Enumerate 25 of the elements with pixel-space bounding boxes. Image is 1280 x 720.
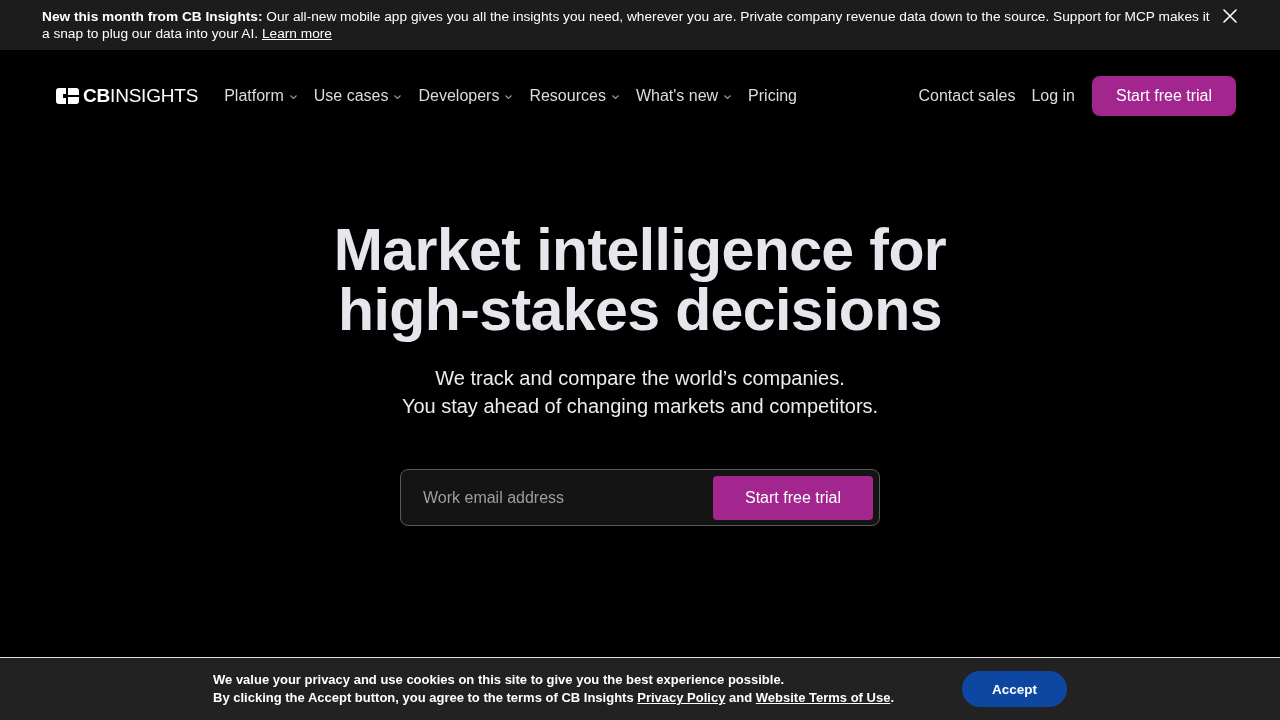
email-field[interactable]: Work email address Start free trial — [400, 469, 880, 526]
nav-menu-item[interactable]: Resources — [529, 86, 619, 106]
nav-menu-item[interactable]: What's new — [635, 86, 732, 106]
hero-title: Market intelligence for high-stakes decisions — [332, 220, 948, 340]
cookie-message: We value your privacy and use cookies on this site to give you the best experience possible. — [213, 671, 786, 689]
hero-subtitle: You stay ahead of changing markets and competitors. — [401, 394, 879, 419]
nav-menu-item[interactable]: Platform — [224, 86, 297, 106]
start-trial-button[interactable]: Start free trial — [713, 475, 873, 520]
nav-menu-item[interactable]: Pricing — [748, 86, 797, 106]
policy-link[interactable]: Website Terms of Use — [755, 690, 891, 705]
nav-menu-item[interactable]: Developers — [418, 86, 513, 106]
policy-link[interactable]: Privacy Policy — [637, 690, 726, 705]
hero-subtitle: We track and compare the world’s companies. — [435, 366, 845, 391]
close-icon — [1223, 9, 1237, 23]
accept-button[interactable]: Accept — [962, 671, 1067, 707]
announcement-text: New this month from CB Insights: Our all-new mobile app gives you all the insights you need, wherever you are. Private company revenue data down to the source. Support for MCP makes it a snap to plug our data into your AI. Learn more — [42, 8, 1211, 42]
cookie-consent-text: By clicking the Accept button, you agree to the terms of CB Insights Privacy Policy and Website Terms of Use. — [213, 689, 894, 707]
start-trial-button[interactable]: Start free trial — [1091, 76, 1236, 116]
logo-icon[interactable] — [56, 88, 79, 104]
logo-wordmark[interactable]: CBINSIGHTS — [83, 85, 199, 107]
nav-menu-item[interactable]: Use cases — [313, 86, 402, 106]
learn-more-link[interactable]: Learn more — [261, 26, 332, 41]
nav-link[interactable]: Contact sales — [918, 86, 1016, 106]
close-button[interactable] — [1223, 9, 1237, 23]
nav-link[interactable]: Log in — [1031, 86, 1075, 106]
